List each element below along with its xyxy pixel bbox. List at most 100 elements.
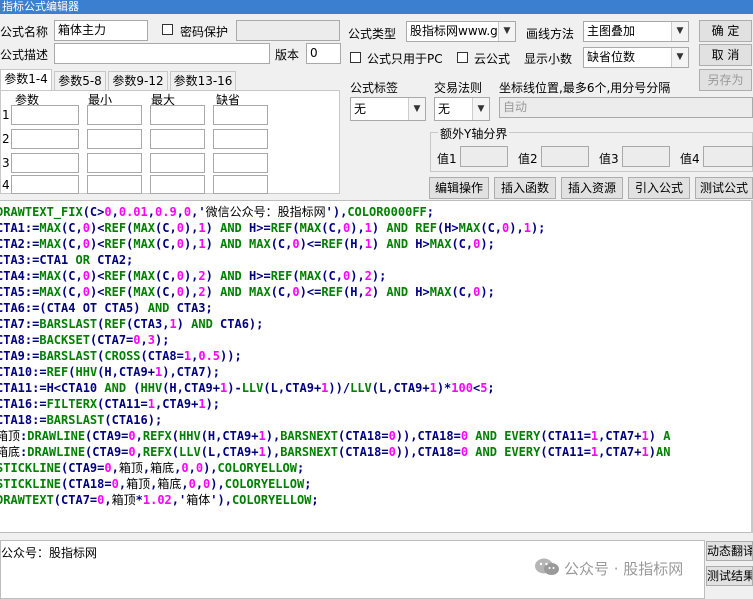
- code-line: CTA18:=BARSLAST(CTA16);: [0, 413, 163, 427]
- tab-params-5-8[interactable]: 参数5-8: [54, 71, 106, 91]
- param-row-label: 3: [2, 156, 10, 170]
- code-line: STICKLINE(CTA9=0,箱顶,箱底,0,0),COLORYELLOW;: [0, 461, 305, 475]
- y-value4-input[interactable]: [703, 146, 753, 167]
- param3-default-input[interactable]: [213, 153, 268, 173]
- formula-type-value: 股指标网www.g: [410, 24, 498, 38]
- extra-y-label: 额外Y轴分界: [438, 125, 510, 142]
- code-line: CTA16:=FILTERX(CTA11=1,CTA9+1);: [0, 397, 221, 411]
- trade-rule-select[interactable]: 无 ▼: [434, 97, 490, 121]
- save-as-button[interactable]: 另存为: [699, 69, 752, 91]
- draw-method-select[interactable]: 主图叠加 ▼: [583, 21, 689, 42]
- param3-max-input[interactable]: [150, 153, 205, 173]
- window-title-bar: 指标公式编辑器: [0, 0, 753, 14]
- test-formula-button[interactable]: 测试公式: [695, 177, 753, 199]
- param4-default-input[interactable]: [213, 175, 268, 194]
- param1-max-input[interactable]: [150, 105, 205, 125]
- formula-type-label: 公式类型: [348, 27, 397, 41]
- decimals-value: 缺省位数: [587, 50, 636, 64]
- code-line: 箱底:DRAWLINE(CTA9=0,REFX(LLV(L,CTA9+1),BA…: [0, 445, 671, 459]
- param2-default-input[interactable]: [213, 129, 268, 149]
- y-value-label: 值2: [518, 152, 538, 166]
- param3-min-input[interactable]: [87, 153, 142, 173]
- y-value-label: 值4: [680, 152, 700, 166]
- watermark-text: 公众号 · 股指标网: [564, 560, 684, 578]
- formula-tag-label: 公式标签: [350, 81, 399, 95]
- y-value1-input[interactable]: [460, 146, 508, 167]
- params-panel: 参数 最小 最大 缺省 1 2 3 4: [0, 90, 340, 194]
- code-editor[interactable]: DRAWTEXT_FIX(C>0,0.01,0.9,0,'微信公众号：股指标网'…: [0, 200, 753, 533]
- draw-method-value: 主图叠加: [587, 24, 636, 38]
- param1-default-input[interactable]: [213, 105, 268, 125]
- decimals-label: 显示小数: [524, 52, 573, 66]
- code-line: CTA8:=BACKSET(CTA7=0,3);: [0, 333, 170, 347]
- code-line: STICKLINE(CTA18=0,箱顶,箱底,0,0),COLORYELLOW…: [0, 477, 312, 491]
- param2-max-input[interactable]: [150, 129, 205, 149]
- tab-params-13-16[interactable]: 参数13-16: [170, 71, 236, 91]
- chevron-down-icon: ▼: [498, 22, 515, 41]
- tab-params-9-12[interactable]: 参数9-12: [108, 71, 168, 91]
- import-formula-button[interactable]: 引入公式: [628, 177, 690, 199]
- chevron-down-icon: ▼: [408, 98, 425, 120]
- code-line: CTA7:=BARSLAST(REF(CTA3,1) AND CTA6);: [0, 317, 264, 331]
- output-text: 公众号：股指标网: [1, 546, 98, 560]
- trade-rule-value: 无: [438, 102, 451, 116]
- insert-resource-button[interactable]: 插入资源: [561, 177, 623, 199]
- param2-name-input[interactable]: [11, 129, 79, 149]
- draw-method-label: 画线方法: [526, 27, 575, 41]
- edit-ops-button[interactable]: 编辑操作: [429, 177, 489, 199]
- code-line: CTA4:=MAX(C,0)<REF(MAX(C,0),2) AND H>=RE…: [0, 269, 387, 283]
- decimals-select[interactable]: 缺省位数 ▼: [583, 47, 689, 68]
- code-line: CTA2:=MAX(C,0)<REF(MAX(C,0),1) AND MAX(C…: [0, 237, 495, 251]
- coord-input[interactable]: 自动: [499, 97, 753, 118]
- insert-function-button[interactable]: 插入函数: [494, 177, 556, 199]
- code-line: DRAWTEXT(CTA7=0,箱顶*1.02,'箱体'),COLORYELLO…: [0, 493, 319, 507]
- window-title: 指标公式编辑器: [2, 0, 79, 13]
- version-label: 版本: [275, 48, 300, 62]
- formula-type-select[interactable]: 股指标网www.g ▼: [406, 21, 516, 42]
- password-input[interactable]: [236, 20, 340, 41]
- cancel-button[interactable]: 取 消: [699, 44, 752, 66]
- code-line: CTA3:=CTA1 OR CTA2;: [0, 253, 134, 267]
- y-value3-input[interactable]: [622, 146, 670, 167]
- ok-button[interactable]: 确 定: [699, 20, 752, 42]
- code-line: CTA10:=REF(HHV(H,CTA9+1),CTA7);: [0, 365, 221, 379]
- formula-name-input[interactable]: 箱体主力: [54, 20, 148, 41]
- coord-label: 坐标线位置,最多6个,用分号分隔: [499, 81, 671, 95]
- wechat-icon: [534, 557, 560, 577]
- param2-min-input[interactable]: [87, 129, 142, 149]
- param4-name-input[interactable]: [11, 175, 79, 194]
- chevron-down-icon: ▼: [472, 98, 489, 120]
- param4-min-input[interactable]: [87, 175, 142, 194]
- formula-tag-select[interactable]: 无 ▼: [350, 97, 426, 121]
- code-line: CTA9:=BARSLAST(CROSS(CTA8=1,0.5));: [0, 349, 242, 363]
- param-row-label: 1: [2, 108, 10, 122]
- formula-name-label: 公式名称: [0, 25, 49, 39]
- param-row-label: 4: [2, 178, 10, 192]
- cloud-label: 云公式: [474, 52, 511, 66]
- password-checkbox[interactable]: [162, 24, 173, 35]
- formula-desc-input[interactable]: [54, 43, 270, 64]
- pc-only-checkbox[interactable]: [350, 52, 361, 63]
- formula-tag-value: 无: [354, 102, 367, 116]
- param1-name-input[interactable]: [11, 105, 79, 125]
- pc-only-label: 公式只用于PC: [367, 52, 443, 66]
- code-line: CTA5:=MAX(C,0)<REF(MAX(C,0),2) AND MAX(C…: [0, 285, 495, 299]
- code-line: CTA11:=H<CTA10 AND (HHV(H,CTA9+1)-LLV(L,…: [0, 381, 495, 395]
- chevron-down-icon: ▼: [671, 22, 688, 41]
- version-input[interactable]: 0: [306, 43, 341, 64]
- tab-params-1-4[interactable]: 参数1-4: [0, 69, 52, 91]
- test-result-button[interactable]: 测试结果: [706, 566, 753, 586]
- y-value-label: 值1: [437, 152, 457, 166]
- password-label: 密码保护: [180, 25, 229, 39]
- y-value2-input[interactable]: [541, 146, 589, 167]
- formula-desc-label: 公式描述: [0, 48, 49, 62]
- param1-min-input[interactable]: [87, 105, 142, 125]
- y-value-label: 值3: [599, 152, 619, 166]
- cloud-checkbox[interactable]: [457, 52, 468, 63]
- dynamic-translate-button[interactable]: 动态翻译: [706, 541, 753, 561]
- param3-name-input[interactable]: [11, 153, 79, 173]
- code-line: DRAWTEXT_FIX(C>0,0.01,0.9,0,'微信公众号：股指标网'…: [0, 205, 435, 219]
- param4-max-input[interactable]: [150, 175, 205, 194]
- chevron-down-icon: ▼: [671, 48, 688, 67]
- code-line: 箱顶:DRAWLINE(CTA9=0,REFX(HHV(H,CTA9+1),BA…: [0, 429, 671, 443]
